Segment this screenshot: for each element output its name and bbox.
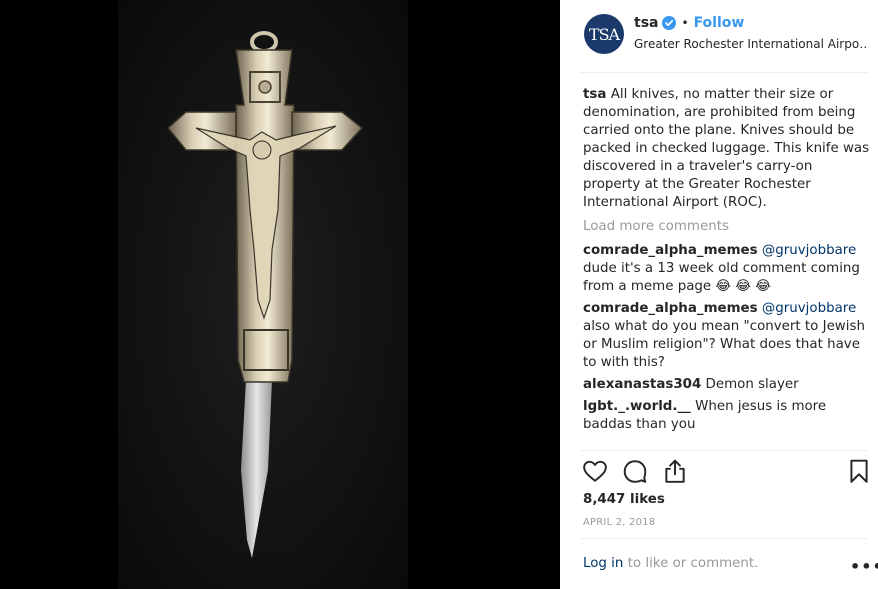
- post-photo[interactable]: [0, 0, 560, 589]
- bookmark-icon[interactable]: [846, 458, 872, 484]
- header-separator: •: [681, 16, 689, 30]
- verified-badge-icon: [662, 16, 677, 30]
- comment-icon[interactable]: [622, 458, 648, 484]
- comment-username[interactable]: alexanastas304: [583, 377, 701, 392]
- comment-username[interactable]: comrade_alpha_memes: [583, 301, 758, 316]
- login-link[interactable]: Log in: [583, 556, 623, 571]
- caption-text: All knives, no matter their size or deno…: [583, 87, 870, 210]
- login-suffix: to like or comment.: [627, 556, 759, 571]
- header-divider: [580, 72, 868, 73]
- post-date[interactable]: APRIL 2, 2018: [583, 517, 655, 528]
- location-link[interactable]: Greater Rochester International Airpo…: [634, 37, 868, 51]
- follow-button[interactable]: Follow: [694, 15, 745, 31]
- list-item: alexanastas304 Demon slayer: [583, 376, 873, 394]
- list-item: lgbt._.world.__ When jesus is more badda…: [583, 398, 873, 434]
- list-item: comrade_alpha_memes @gruvjobbare also wh…: [583, 300, 873, 372]
- share-icon[interactable]: [662, 458, 688, 484]
- login-prompt: Log in to like or comment.: [583, 556, 758, 571]
- crucifix-knife-image: [166, 31, 364, 558]
- comment-text: Demon slayer: [705, 377, 799, 392]
- caption: tsa All knives, no matter their size or …: [583, 86, 873, 212]
- comment-mention[interactable]: @gruvjobbare: [762, 243, 856, 258]
- caption-username[interactable]: tsa: [583, 87, 606, 102]
- header-user-line: tsa • Follow: [634, 15, 744, 31]
- post-sidebar: TSA tsa • Follow Greater Rochester Inter…: [560, 0, 878, 589]
- cross-loop: [250, 31, 278, 53]
- likes-count[interactable]: 8,447 likes: [583, 492, 665, 507]
- load-more-comments-button[interactable]: Load more comments: [583, 218, 873, 236]
- knife-blade: [241, 380, 272, 558]
- comment-mention[interactable]: @gruvjobbare: [762, 301, 856, 316]
- list-item: comrade_alpha_memes @gruvjobbare dude it…: [583, 242, 873, 296]
- action-bar: [582, 458, 872, 486]
- more-options-button[interactable]: •••: [850, 557, 878, 576]
- comments-list: tsa All knives, no matter their size or …: [583, 86, 873, 438]
- footer-divider: [580, 538, 868, 539]
- post-header: TSA tsa • Follow Greater Rochester Inter…: [560, 0, 878, 72]
- avatar[interactable]: TSA: [584, 14, 624, 54]
- header-username[interactable]: tsa: [634, 15, 658, 31]
- comment-text: dude it's a 13 week old comment coming f…: [583, 261, 860, 294]
- heart-icon[interactable]: [582, 458, 608, 484]
- actions-divider: [580, 450, 868, 451]
- comment-username[interactable]: lgbt._.world.__: [583, 399, 691, 414]
- comment-username[interactable]: comrade_alpha_memes: [583, 243, 758, 258]
- comment-text: also what do you mean "convert to Jewish…: [583, 319, 865, 370]
